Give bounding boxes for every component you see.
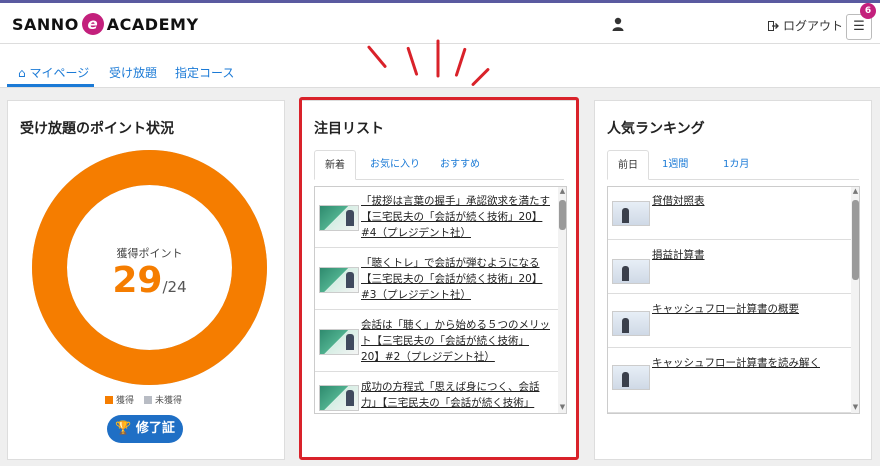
list-item[interactable]: キャッシュフロー計算書を読み解く <box>608 349 851 413</box>
video-thumbnail <box>612 365 650 390</box>
legend-swatch-earned <box>105 395 113 404</box>
total-points-number: /24 <box>162 278 187 296</box>
user-icon[interactable] <box>612 17 624 31</box>
ranking-card: 人気ランキング 前日 1週間 1カ月 貸借対照表 損益計算書 キャッシュフロー計… <box>594 100 872 460</box>
tab-one-month[interactable]: 1カ月 <box>713 150 759 180</box>
ranking-tabs: 前日 1週間 1カ月 <box>607 150 859 180</box>
tab-previous-day[interactable]: 前日 <box>607 150 649 180</box>
list-item-line: 力」【三宅民夫の「会話が続く技術」 <box>361 397 535 409</box>
points-card-title: 受け放題のポイント状況 <box>20 121 174 137</box>
tab-unlimited[interactable]: 受け放題 <box>109 64 157 81</box>
scroll-down-icon[interactable]: ▼ <box>558 403 566 412</box>
list-item[interactable]: キャッシュフロー計算書の概要 <box>608 295 851 348</box>
tab-one-week[interactable]: 1週間 <box>652 150 698 180</box>
earned-points-value: 29/24 <box>32 260 267 301</box>
legend-label-unearned: 未獲得 <box>155 396 183 406</box>
list-item[interactable]: 損益計算書 <box>608 241 851 294</box>
hamburger-icon: ☰ <box>853 19 865 34</box>
video-thumbnail <box>612 259 650 284</box>
scroll-up-icon[interactable]: ▲ <box>851 187 859 196</box>
donut-legend: 獲得 未獲得 <box>105 393 182 406</box>
top-bar: SANNO e ACADEMY ログアウト ☰ <box>0 0 880 44</box>
earned-points-number: 29 <box>112 260 163 301</box>
main-nav: ⌂ マイページ 受け放題 指定コース <box>0 44 880 88</box>
notification-badge: 6 <box>860 3 876 19</box>
logo-e-mark: e <box>81 13 104 35</box>
legend-swatch-unearned <box>144 395 153 404</box>
list-item-title[interactable]: 「聴くトレ」で会話が弾むようになる 【三宅民夫の「会話が続く技術」20】 #3（… <box>361 255 556 303</box>
list-item[interactable]: 成功の方程式「思えば身につく、会話 力」【三宅民夫の「会話が続く技術」 <box>315 373 558 413</box>
list-item-title[interactable]: 「拔拶は言葉の握手」承認欲求を満たす 【三宅民夫の「会話が続く技術」20】 #4… <box>361 193 556 241</box>
list-item-line: 20】#2（プレジデント社） <box>361 351 495 363</box>
list-item-line: 【三宅民夫の「会話が続く技術」20】 <box>361 273 543 285</box>
list-item-line: #3（プレジデント社） <box>361 289 471 301</box>
tab-favorites[interactable]: お気に入り <box>360 150 430 180</box>
certificate-button[interactable]: 🏆 修了証 <box>107 415 183 443</box>
list-item-title[interactable]: 会話は「聴く」から始める５つのメリッ ト【三宅民夫の「会話が続く技術」 20】#… <box>361 317 556 365</box>
ranking-list: 貸借対照表 損益計算書 キャッシュフロー計算書の概要 キャッシュフロー計算書を読… <box>607 186 860 414</box>
active-tab-indicator <box>7 84 94 87</box>
tab-mypage-label: マイページ <box>29 66 90 80</box>
video-thumbnail <box>319 205 359 231</box>
logout-label: ログアウト <box>783 19 844 33</box>
ranking-item-title[interactable]: 損益計算書 <box>652 247 847 263</box>
logo-text-left: SANNO <box>12 14 79 34</box>
ranking-scrollbar[interactable]: ▲ ▼ <box>851 187 859 413</box>
list-item-title[interactable]: 成功の方程式「思えば身につく、会話 力」【三宅民夫の「会話が続く技術」 <box>361 379 556 411</box>
logout-icon <box>768 20 779 31</box>
attention-list: 「拔拶は言葉の握手」承認欲求を満たす 【三宅民夫の「会話が続く技術」20】 #4… <box>314 186 567 414</box>
attention-list-card: 注目リスト 新着 お気に入り おすすめ 「拔拶は言葉の握手」承認欲求を満たす 【… <box>301 100 577 460</box>
video-thumbnail <box>612 311 650 336</box>
tab-new[interactable]: 新着 <box>314 150 356 180</box>
list-item[interactable]: 「拔拶は言葉の握手」承認欲求を満たす 【三宅民夫の「会話が続く技術」20】 #4… <box>315 187 558 248</box>
tab-recommended[interactable]: おすすめ <box>430 150 490 180</box>
attention-card-title: 注目リスト <box>314 121 384 137</box>
tab-mypage[interactable]: ⌂ マイページ <box>18 64 89 81</box>
list-item-line: 【三宅民夫の「会話が続く技術」20】 <box>361 211 543 223</box>
certificate-button-label: 修了証 <box>135 421 175 436</box>
video-thumbnail <box>319 329 359 355</box>
ranking-card-title: 人気ランキング <box>607 121 705 137</box>
logout-link[interactable]: ログアウト <box>768 17 843 34</box>
highlight-ray <box>436 39 440 78</box>
list-item-line: ト【三宅民夫の「会話が続く技術」 <box>361 335 529 347</box>
earned-points-label: 獲得ポイント <box>116 247 183 260</box>
points-card: 受け放題のポイント状況 獲得ポイント 29/24 獲得 未獲得 🏆 修了証 <box>7 100 285 460</box>
ranking-item-title[interactable]: キャッシュフロー計算書の概要 <box>652 301 847 317</box>
video-thumbnail <box>612 201 650 226</box>
home-icon: ⌂ <box>18 66 26 80</box>
list-item-line: 会話は「聴く」から始める５つのメリッ <box>361 319 550 331</box>
video-thumbnail <box>319 385 359 411</box>
video-thumbnail <box>319 267 359 293</box>
ranking-item-title[interactable]: 貸借対照表 <box>652 193 847 209</box>
points-donut-chart: 獲得ポイント 29/24 <box>32 150 267 385</box>
list-item[interactable]: 会話は「聴く」から始める５つのメリッ ト【三宅民夫の「会話が続く技術」 20】#… <box>315 311 558 372</box>
list-item[interactable]: 「聴くトレ」で会話が弾むようになる 【三宅民夫の「会話が続く技術」20】 #3（… <box>315 249 558 310</box>
scroll-thumb[interactable] <box>852 200 859 280</box>
scroll-down-icon[interactable]: ▼ <box>851 403 859 412</box>
list-item-line: 「拔拶は言葉の握手」承認欲求を満たす <box>361 195 550 207</box>
list-item-line: #4（プレジデント社） <box>361 227 471 239</box>
logo-text-right: ACADEMY <box>106 14 199 34</box>
trophy-icon: 🏆 <box>115 421 132 436</box>
list-item[interactable]: 貸借対照表 <box>608 187 851 240</box>
attention-tabs: 新着 お気に入り おすすめ <box>314 150 564 180</box>
tab-assigned-course[interactable]: 指定コース <box>175 64 234 81</box>
list-item-line: 「聴くトレ」で会話が弾むようになる <box>361 257 540 269</box>
scroll-up-icon[interactable]: ▲ <box>558 187 566 196</box>
attention-scrollbar[interactable]: ▲ ▼ <box>558 187 566 413</box>
logo[interactable]: SANNO e ACADEMY <box>12 13 199 35</box>
legend-label-earned: 獲得 <box>116 396 135 406</box>
list-item-line: 成功の方程式「思えば身につく、会話 <box>361 381 540 393</box>
legend-item-earned: 獲得 <box>105 393 134 406</box>
scroll-thumb[interactable] <box>559 200 566 230</box>
ranking-item-title[interactable]: キャッシュフロー計算書を読み解く <box>652 355 847 371</box>
legend-item-unearned: 未獲得 <box>144 393 182 406</box>
